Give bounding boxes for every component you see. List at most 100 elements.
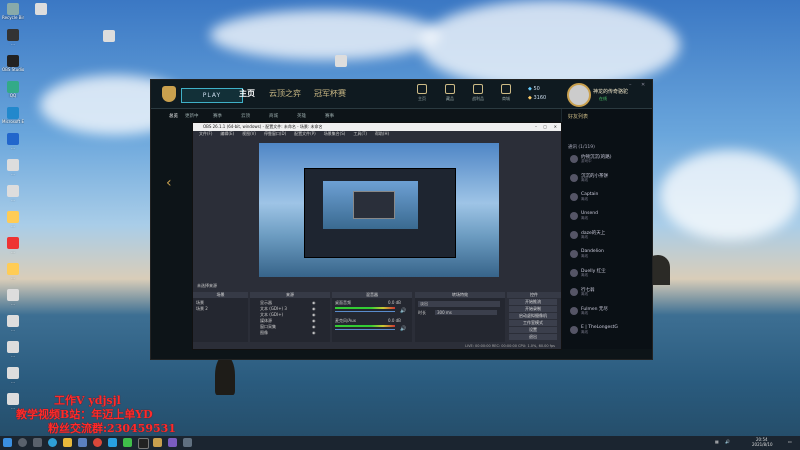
desktop-icon[interactable]: ...	[2, 367, 24, 384]
obs-close-icon[interactable]: ✕	[554, 123, 557, 131]
obs-maximize-icon[interactable]: ▢	[543, 123, 547, 131]
lol-taskbar-icon[interactable]	[153, 438, 162, 447]
network-icon[interactable]: ▦	[715, 439, 719, 444]
friend-row[interactable]: Fulmen 无尽 离线	[570, 306, 650, 316]
friend-row[interactable]: 沉沉的小茶饼 离线	[570, 173, 650, 183]
desktop-icon[interactable]: Recycle Bin	[2, 3, 24, 20]
friend-row[interactable]: Captain 离线	[570, 192, 650, 202]
subnav-item[interactable]: 总览	[169, 113, 178, 119]
obs-menu-item[interactable]: 视图(V)	[242, 131, 256, 136]
desktop-icon[interactable]: ...	[2, 185, 24, 202]
notification-icon[interactable]: ▭	[788, 439, 792, 444]
source-item[interactable]: 图像	[260, 330, 268, 336]
friend-row[interactable]: Dandelion 离线	[570, 249, 650, 259]
desktop-icon[interactable]: ...	[2, 211, 24, 228]
subnav-item[interactable]: 更新中	[185, 113, 199, 119]
friends-group[interactable]: 通讯 (1/119)	[568, 144, 595, 150]
tab-tft[interactable]: 云顶之弈	[269, 88, 301, 99]
obs-menu-item[interactable]: 编辑(E)	[220, 131, 234, 136]
visibility-icon[interactable]: ◉	[312, 300, 316, 305]
minimize-icon[interactable]: –	[629, 82, 632, 88]
desktop-icon[interactable]: ...	[2, 133, 24, 150]
desktop-icon[interactable]	[98, 30, 120, 42]
obs-menu-item[interactable]: 文件(F)	[199, 131, 212, 136]
friend-status: 离线	[581, 197, 588, 201]
subnav-item[interactable]: 商城	[269, 113, 278, 119]
header-collection-button[interactable]: 藏品	[441, 84, 459, 102]
speaker-icon[interactable]: 🔊	[400, 308, 406, 314]
store-icon[interactable]	[78, 438, 87, 447]
header-home-button[interactable]: 主页	[413, 84, 431, 102]
desktop-icon[interactable]: OBS Studio	[2, 55, 24, 72]
visibility-icon[interactable]: ◉	[312, 312, 316, 317]
control-button[interactable]: 退出	[509, 334, 557, 340]
desktop-icon[interactable]: ...	[2, 289, 24, 306]
avatar[interactable]	[567, 83, 591, 107]
app-icon[interactable]	[168, 438, 177, 447]
task-view-icon[interactable]	[33, 438, 42, 447]
control-button[interactable]: 开始推流	[509, 299, 557, 305]
header-loot-button[interactable]: 战利品	[469, 84, 487, 102]
desktop-icon[interactable]: Microsoft Edge	[2, 107, 24, 124]
tray-date[interactable]: 2021/8/10	[752, 442, 773, 447]
wechat-icon[interactable]	[123, 438, 132, 447]
transition-duration-input[interactable]: 300 ms	[435, 310, 497, 315]
obs-preview[interactable]	[259, 143, 499, 277]
subnav-item[interactable]: 英雄	[297, 113, 306, 119]
friend-avatar	[570, 174, 578, 182]
mixer-mic-slider[interactable]	[335, 329, 395, 330]
obs-menu-item[interactable]: 停靠窗口(D)	[264, 131, 286, 136]
obs-taskbar-icon[interactable]	[138, 438, 149, 449]
friend-row[interactable]: daze的天上 离线	[570, 230, 650, 240]
scene-item[interactable]: 场景 2	[196, 306, 208, 312]
friend-row[interactable]: 行七翁 离线	[570, 287, 650, 297]
transition-select[interactable]: 淡出	[418, 301, 500, 307]
speaker-icon[interactable]: 🔊	[400, 326, 406, 332]
start-icon[interactable]	[3, 438, 12, 447]
app-icon[interactable]	[183, 438, 192, 447]
visibility-icon[interactable]: ◉	[312, 318, 316, 323]
search-icon[interactable]	[18, 438, 27, 447]
desktop-icon[interactable]: ...	[2, 29, 24, 46]
desktop-icon[interactable]: ...	[2, 341, 24, 358]
qq-icon[interactable]	[108, 438, 117, 447]
subnav-item[interactable]: 赛事	[325, 113, 334, 119]
desktop-icon[interactable]: ...	[2, 315, 24, 332]
visibility-icon[interactable]: ◉	[312, 330, 316, 335]
friend-row[interactable]: E | TheLongestG 离线	[570, 325, 650, 335]
chrome-icon[interactable]	[93, 438, 102, 447]
file-explorer-icon[interactable]	[63, 438, 72, 447]
friend-row[interactable]: 约顿沉沉(的路) 游戏中	[570, 154, 650, 164]
friend-row[interactable]: Duelly 红尘 离线	[570, 268, 650, 278]
play-button[interactable]: PLAY	[181, 88, 243, 103]
app-icon	[7, 263, 19, 275]
control-button[interactable]: 启动虚拟摄像机	[509, 313, 557, 319]
chevron-left-icon[interactable]: ‹	[166, 175, 172, 191]
close-icon[interactable]: ✕	[641, 82, 645, 88]
obs-menu-item[interactable]: 工具(T)	[353, 131, 367, 136]
visibility-icon[interactable]: ◉	[312, 324, 316, 329]
control-button[interactable]: 开始录制	[509, 306, 557, 312]
tab-clash[interactable]: 冠军杯赛	[314, 88, 346, 99]
control-button[interactable]: 工作室模式	[509, 320, 557, 326]
obs-menu-item[interactable]: 帮助(H)	[375, 131, 389, 136]
edge-icon[interactable]	[48, 438, 57, 447]
obs-menu-item[interactable]: 场景集合(S)	[324, 131, 346, 136]
subnav-item[interactable]: 云顶	[241, 113, 250, 119]
desktop-icon[interactable]: ...	[2, 237, 24, 254]
volume-icon[interactable]: 🔊	[725, 439, 730, 444]
subnav-item[interactable]: 赛季	[213, 113, 222, 119]
desktop-icon[interactable]	[330, 55, 352, 67]
control-button[interactable]: 设置	[509, 327, 557, 333]
header-store-button[interactable]: 商城	[497, 84, 515, 102]
tab-home[interactable]: 主页	[239, 88, 255, 99]
mixer-desktop-audio-slider[interactable]	[335, 311, 395, 312]
desktop-icon[interactable]	[30, 3, 52, 15]
visibility-icon[interactable]: ◉	[312, 306, 316, 311]
obs-minimize-icon[interactable]: –	[535, 123, 537, 131]
desktop-icon[interactable]: ...	[2, 263, 24, 280]
friend-row[interactable]: Unsend 离线	[570, 211, 650, 221]
desktop-icon[interactable]: ...	[2, 159, 24, 176]
desktop-icon[interactable]: QQ	[2, 81, 24, 98]
obs-menu-item[interactable]: 配置文件(P)	[294, 131, 316, 136]
